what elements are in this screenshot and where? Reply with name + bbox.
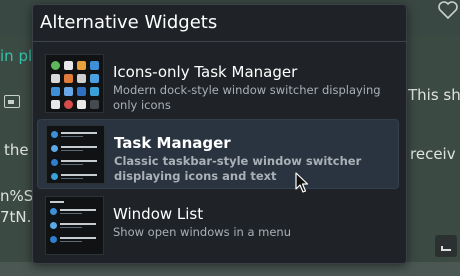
widget-option-title: Window List <box>113 205 204 223</box>
title-separator <box>33 41 406 42</box>
widget-option-description: Classic taskbar-style window switcher di… <box>114 154 362 183</box>
icons-only-task-manager-preview <box>45 54 104 113</box>
widget-option-window-list[interactable]: Window List Show open windows in a menu <box>37 191 399 261</box>
background-link-text[interactable]: in pl <box>0 47 32 65</box>
popup-title: Alternative Widgets <box>40 12 218 33</box>
widget-option-description: Modern dock-style window switcher displa… <box>113 83 381 112</box>
widget-option-task-manager[interactable]: Task Manager Classic taskbar-style windo… <box>37 119 399 189</box>
heart-icon[interactable] <box>437 0 459 20</box>
background-footer <box>0 262 460 276</box>
background-text: This sh <box>408 86 460 104</box>
window-list-preview <box>45 196 104 255</box>
widget-option-icons-only-task-manager[interactable]: Icons-only Task Manager Modern dock-styl… <box>37 49 399 119</box>
widget-option-description: Show open windows in a menu <box>113 225 292 239</box>
expand-icon[interactable] <box>435 235 457 257</box>
background-text: 7tN. <box>0 208 32 226</box>
task-manager-preview <box>46 125 105 184</box>
background-text: receiv <box>410 145 456 163</box>
background-text: n%S <box>0 187 34 205</box>
alternative-widgets-popup: Alternative Widgets Icons-only Task Mana… <box>32 4 407 264</box>
widget-option-title: Task Manager <box>114 134 231 152</box>
widget-option-title: Icons-only Task Manager <box>113 63 298 81</box>
background-text: the <box>4 141 29 159</box>
image-icon <box>4 95 20 108</box>
mouse-cursor-icon <box>295 172 309 193</box>
